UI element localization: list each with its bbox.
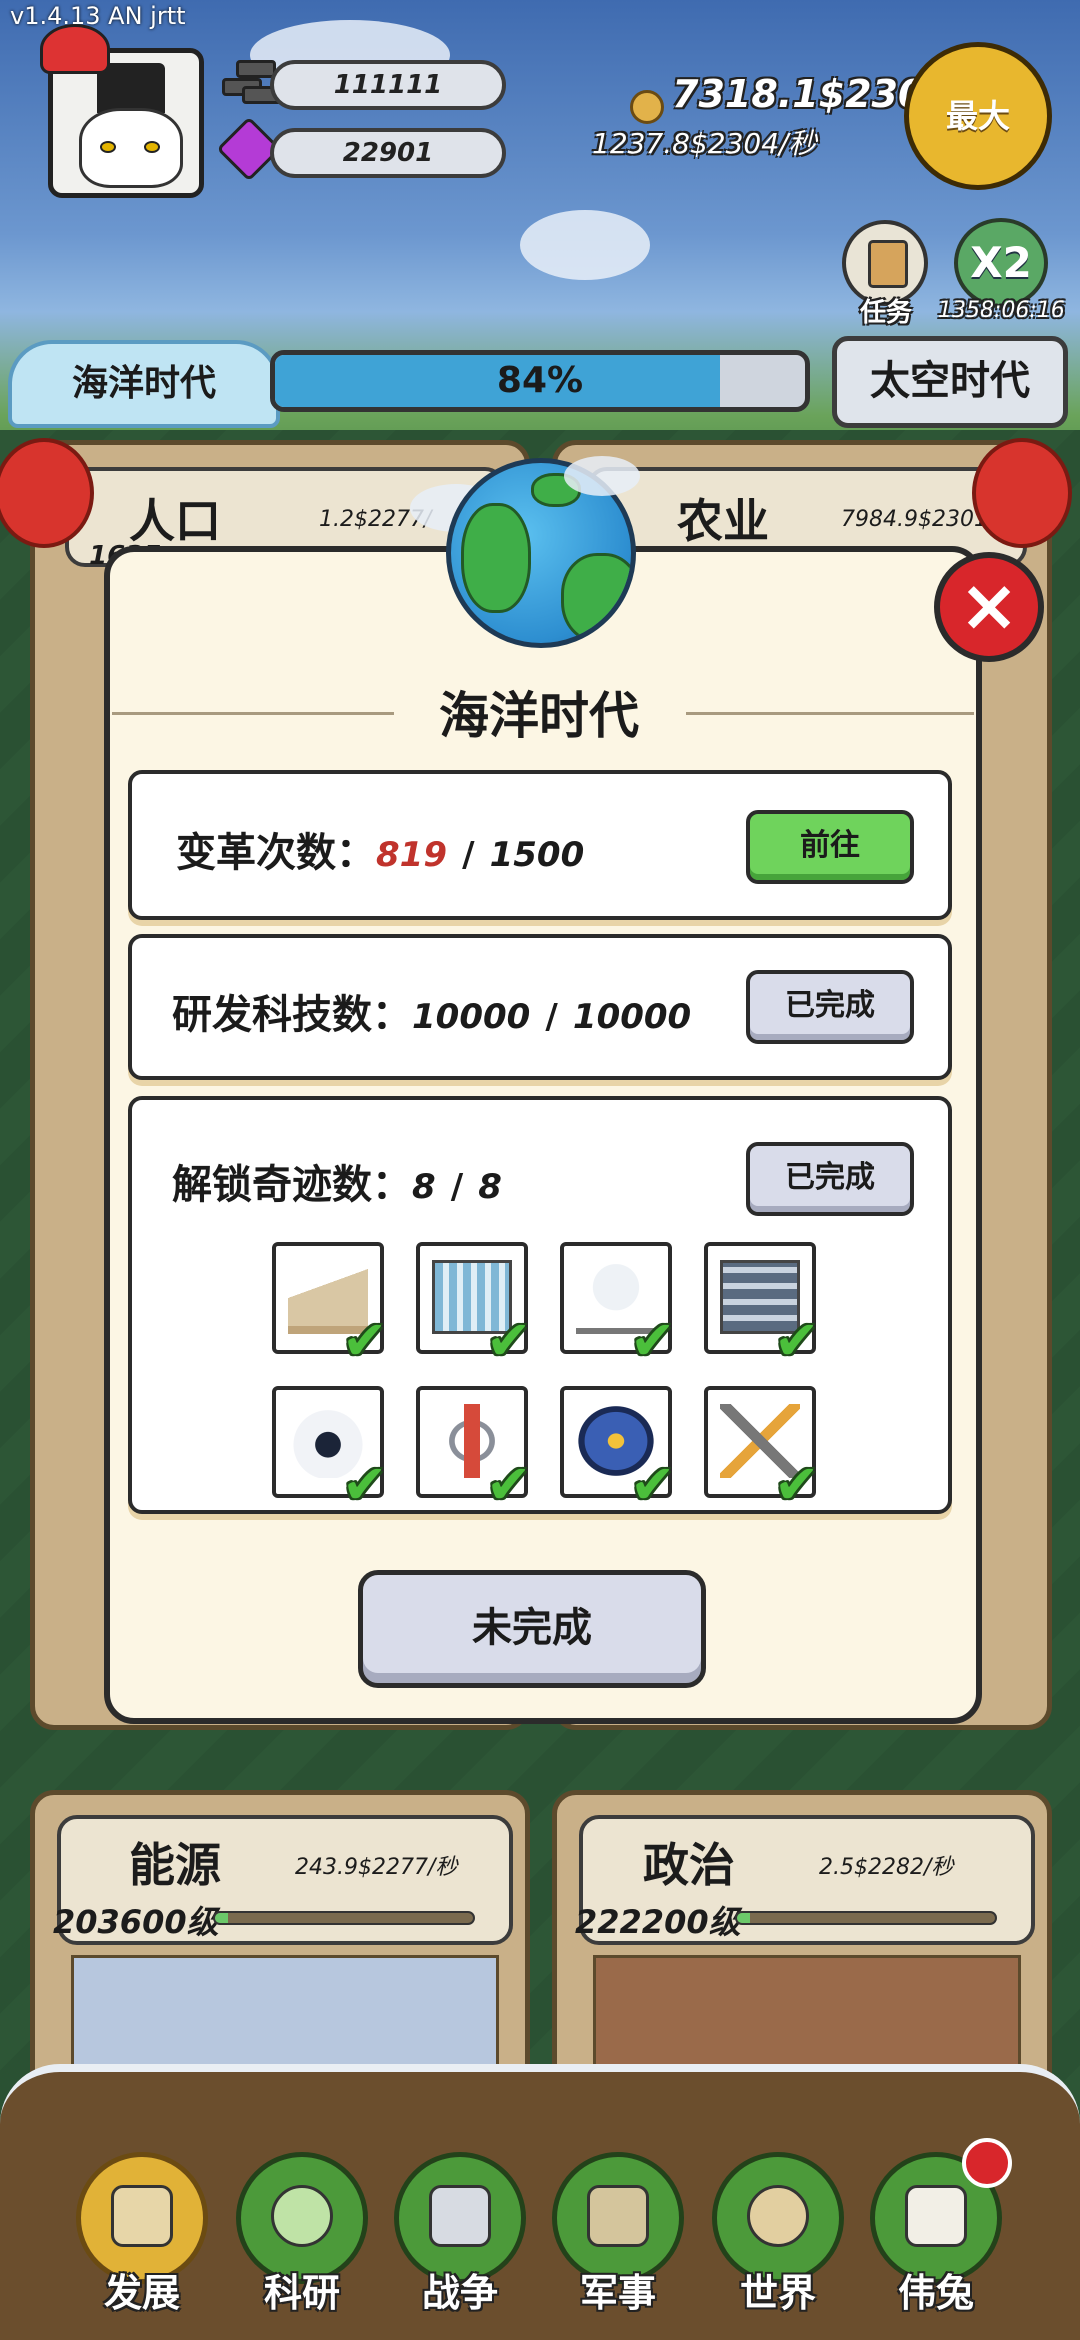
wonder-space-station[interactable]: ✔	[416, 1386, 531, 1512]
wonder-opera-house[interactable]: ✔	[272, 1242, 387, 1368]
requirement-label: 解锁奇迹数：	[172, 1162, 412, 1208]
notification-badge	[962, 2138, 1012, 2188]
title-divider	[112, 712, 394, 715]
requirement-technologies: 研发科技数：10000 / 10000 已完成	[128, 934, 952, 1080]
cloud	[564, 456, 640, 496]
wonder-robot[interactable]: ✔	[272, 1386, 387, 1512]
requirement-label: 研发科技数：	[172, 992, 412, 1038]
wonder-satellite[interactable]: ✔	[704, 1386, 819, 1512]
wonder-modern-building[interactable]: ✔	[416, 1242, 531, 1368]
completed-button[interactable]: 已完成	[746, 970, 914, 1044]
nav-label: 世界	[739, 2271, 816, 2315]
check-icon: ✔	[630, 1453, 676, 1516]
check-icon: ✔	[486, 1309, 532, 1372]
requirement-target: 10000	[572, 997, 692, 1037]
nav-label: 战争	[421, 2271, 498, 2315]
nav-label: 军事	[579, 2271, 656, 2315]
check-icon: ✔	[486, 1453, 532, 1516]
requirement-target: 1500	[489, 835, 585, 875]
requirement-separator: /	[545, 997, 558, 1037]
nav-label: 伟兔	[897, 2271, 974, 2315]
rabbit-portrait-icon	[905, 2185, 967, 2247]
incomplete-button[interactable]: 未完成	[358, 1570, 706, 1688]
requirement-wonders: 解锁奇迹数：8 / 8 已完成 ✔ ✔ ✔ ✔ ✔ ✔ ✔ ✔	[128, 1096, 952, 1514]
check-icon: ✔	[630, 1309, 676, 1372]
requirement-reforms: 变革次数：819 / 1500 前往	[128, 770, 952, 920]
wonder-lunar-lander[interactable]: ✔	[560, 1242, 675, 1368]
check-icon: ✔	[342, 1453, 388, 1516]
globe-icon	[747, 2185, 809, 2247]
check-icon: ✔	[774, 1309, 820, 1372]
wonder-ufo[interactable]: ✔	[560, 1386, 675, 1512]
requirement-current: 819	[376, 835, 447, 875]
requirement-current: 8	[412, 1167, 436, 1207]
nav-label: 发展	[103, 2271, 180, 2315]
wonder-server-building[interactable]: ✔	[704, 1242, 819, 1368]
nav-label: 科研	[263, 2271, 340, 2315]
go-button[interactable]: 前往	[746, 810, 914, 884]
dialog-title: 海洋时代	[439, 687, 639, 745]
flask-icon	[271, 2185, 333, 2247]
hammer-icon	[111, 2185, 173, 2247]
requirement-label: 变革次数：	[176, 830, 376, 876]
requirement-separator: /	[462, 835, 475, 875]
close-icon[interactable]: ×	[934, 552, 1044, 662]
completed-button[interactable]: 已完成	[746, 1142, 914, 1216]
requirement-current: 10000	[412, 997, 531, 1037]
crossed-swords-icon	[429, 2185, 491, 2247]
requirement-target: 8	[478, 1167, 502, 1207]
requirement-separator: /	[450, 1167, 464, 1207]
title-divider	[686, 712, 974, 715]
check-icon: ✔	[774, 1453, 820, 1516]
check-icon: ✔	[342, 1309, 388, 1372]
military-tent-icon	[587, 2185, 649, 2247]
